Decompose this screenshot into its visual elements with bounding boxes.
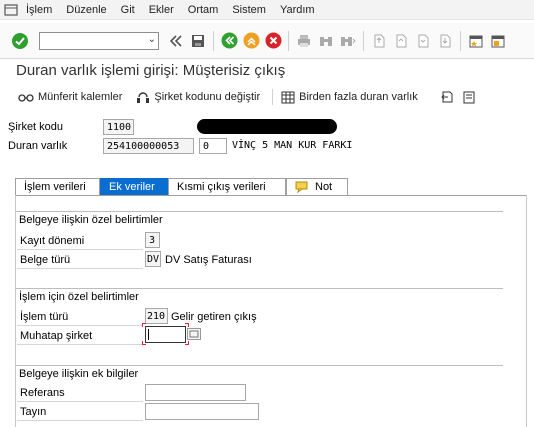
menu-bar: İşlem Düzenle Git Ekler Ortam Sistem Yar…	[0, 0, 534, 20]
transaction-type-field[interactable]: 210	[145, 308, 168, 324]
focus-marker	[142, 341, 146, 345]
group-additional-information-title: Belgeye ilişkin ek bilgiler	[19, 368, 139, 380]
toolbar-separator	[213, 30, 214, 51]
back-icon[interactable]	[166, 31, 186, 51]
text-cursor	[148, 329, 149, 340]
menu-item-git[interactable]: Git	[121, 4, 135, 16]
first-page-icon[interactable]	[369, 31, 389, 51]
company-code-label: Şirket kodu	[8, 121, 64, 133]
document-type-description: DV Satış Faturası	[165, 254, 252, 266]
posting-period-label: Kayıt dönemi	[17, 233, 143, 250]
cancel-icon[interactable]	[263, 31, 283, 51]
change-company-code-button[interactable]: Şirket kodunu değiştir	[136, 91, 260, 104]
asset-label: Duran varlık	[8, 140, 68, 152]
assignment-label: Tayın	[17, 404, 143, 421]
transaction-type-label: İşlem türü	[17, 309, 143, 326]
tab-divider	[15, 195, 527, 196]
focus-marker	[185, 323, 189, 327]
change-icon	[136, 91, 150, 104]
tab-note-label: Not	[315, 181, 333, 193]
toolbar-separator	[363, 30, 364, 51]
toolbar-separator	[460, 30, 461, 51]
posting-period-field[interactable]: 3	[145, 232, 160, 248]
transaction-type-description: Gelir getiren çıkış	[171, 311, 257, 323]
reference-label: Referans	[17, 385, 143, 402]
menu-item-sistem[interactable]: Sistem	[232, 4, 266, 16]
asset-number-field[interactable]: 254100000053	[103, 138, 194, 154]
table-icon	[281, 91, 295, 104]
save-icon[interactable]	[188, 31, 208, 51]
reference-field[interactable]	[145, 384, 246, 401]
asset-subnumber-field[interactable]: 0	[199, 138, 227, 154]
group-document-specifications-title: Belgeye ilişkin özel belirtimler	[19, 214, 163, 226]
chevron-down-icon[interactable]: ⌄	[148, 34, 156, 45]
application-toolbar: Münferit kalemler Şirket kodunu değiştir…	[0, 86, 534, 108]
tab-partial-retirement[interactable]: Kısmi çıkış verileri	[168, 178, 286, 195]
tab-transaction-data-label: İşlem verileri	[24, 181, 86, 193]
prev-page-icon[interactable]	[391, 31, 411, 51]
toolbar-separator	[288, 30, 289, 51]
menu-icon[interactable]	[0, 0, 22, 20]
app-toolbar-separator	[272, 89, 274, 105]
menu-item-ekler[interactable]: Ekler	[149, 4, 174, 16]
tab-transaction-data[interactable]: İşlem verileri	[15, 178, 100, 195]
create-session-icon[interactable]	[466, 31, 486, 51]
tab-partial-retirement-label: Kısmi çıkış verileri	[177, 181, 266, 193]
focus-marker	[185, 341, 189, 345]
menu-item-yardim[interactable]: Yardım	[280, 4, 315, 16]
trading-partner-label: Muhatap şirket	[17, 328, 143, 345]
document-type-label: Belge türü	[17, 252, 143, 269]
page-title: Duran varlık işlemi girişi: Müşterisiz ç…	[16, 62, 286, 79]
individual-items-label: Münferit kalemler	[38, 91, 123, 103]
group-transaction-specifications-title: İşlem için özel belirtimler	[19, 291, 139, 303]
asset-description: VİNÇ 5 MAN KUR FARKI	[232, 140, 353, 151]
search-help-icon[interactable]	[187, 328, 201, 340]
note-icon	[295, 181, 309, 193]
company-code-field[interactable]: 1100	[103, 119, 134, 135]
command-field[interactable]: ⌄	[39, 31, 159, 50]
find-next-icon[interactable]	[338, 31, 358, 51]
menu-item-ortam[interactable]: Ortam	[188, 4, 219, 16]
shortcut-icon[interactable]	[488, 31, 508, 51]
last-page-icon[interactable]	[435, 31, 455, 51]
assignment-field[interactable]	[145, 403, 259, 420]
nav-back-icon[interactable]	[219, 31, 239, 51]
individual-items-button[interactable]: Münferit kalemler	[18, 91, 122, 103]
check-icon[interactable]	[10, 31, 30, 51]
glasses-icon	[18, 91, 34, 103]
next-page-icon[interactable]	[413, 31, 433, 51]
print-icon[interactable]	[294, 31, 314, 51]
tab-additional-data[interactable]: Ek veriler	[100, 178, 168, 195]
export-icon[interactable]	[440, 90, 454, 104]
menu-item-islem[interactable]: İşlem	[26, 4, 52, 16]
multiple-assets-label: Birden fazla duran varlık	[299, 91, 418, 103]
redacted-text	[197, 119, 337, 134]
trading-partner-field[interactable]	[145, 326, 186, 343]
tab-additional-data-label: Ek veriler	[109, 181, 155, 193]
change-company-code-label: Şirket kodunu değiştir	[154, 91, 261, 103]
focus-marker	[142, 323, 146, 327]
tab-strip: İşlem verileri Ek veriler Kısmi çıkış ve…	[15, 178, 348, 196]
menu-item-duzenle[interactable]: Düzenle	[66, 4, 106, 16]
tab-panel-border	[526, 195, 527, 427]
multiple-assets-button[interactable]: Birden fazla duran varlık	[281, 91, 418, 104]
find-icon[interactable]	[316, 31, 336, 51]
exit-icon[interactable]	[241, 31, 261, 51]
document-icon[interactable]	[462, 90, 476, 104]
system-toolbar: ⌄	[0, 23, 534, 59]
tab-note[interactable]: Not	[286, 178, 348, 195]
document-type-field[interactable]: DV	[145, 251, 161, 267]
